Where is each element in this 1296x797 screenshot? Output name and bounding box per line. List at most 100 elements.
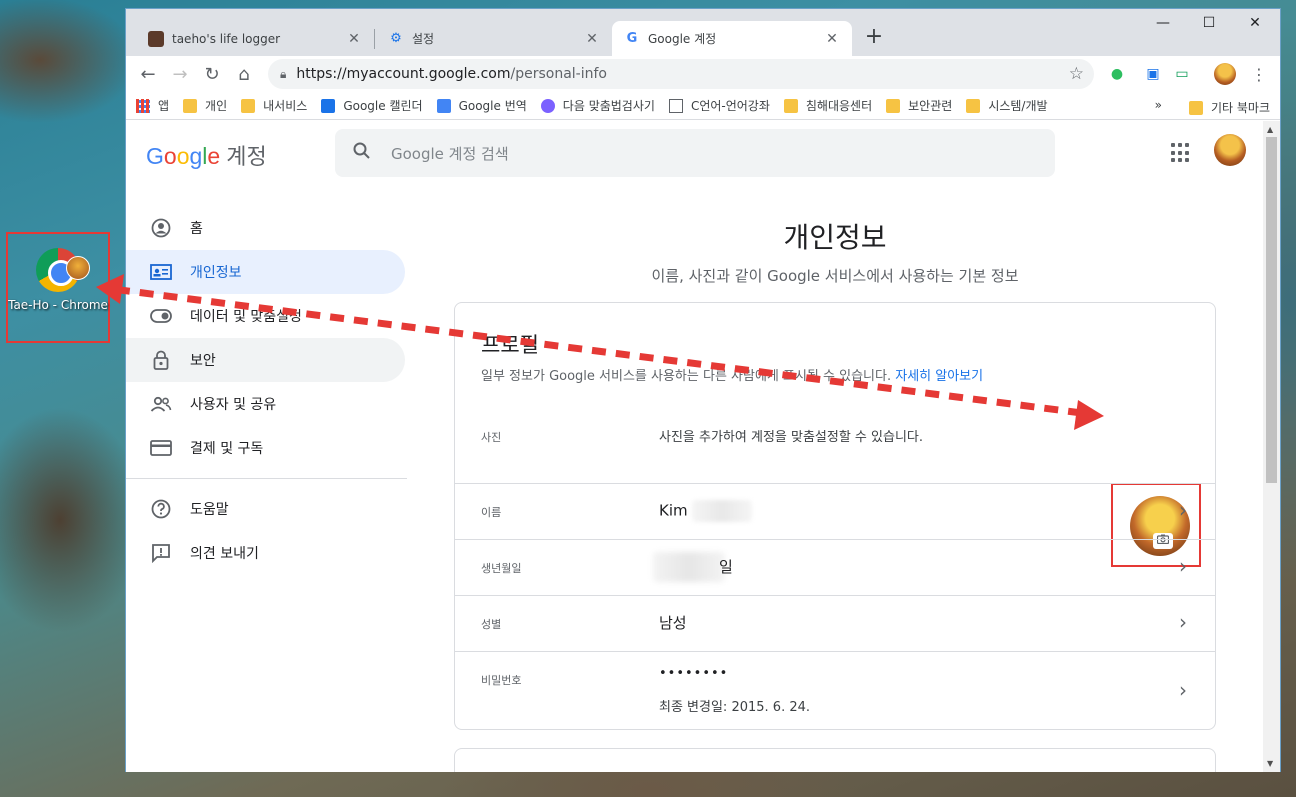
bookmark-folder[interactable]: 내서비스 [241,97,307,114]
minimize-button[interactable]: — [1140,15,1186,31]
profile-card: 프로필 일부 정보가 Google 서비스를 사용하는 다른 사람에게 표시될 … [454,302,1216,730]
toolbar: ← → ↻ ⌂ 🔒︎ https://myaccount.google.com/… [126,56,1280,92]
row-label: 비밀번호 [481,674,522,687]
sidebar-item-personal-info[interactable]: 개인정보 [126,250,405,294]
back-arrow-icon[interactable]: ← [132,64,164,85]
sidebar-item-payments[interactable]: 결제 및 구독 [126,426,405,470]
bookmark-label: 개인 [205,99,228,113]
chevron-right-icon: › [1179,554,1187,578]
evernote-icon[interactable]: ● [1106,63,1128,85]
calendar-icon [321,98,336,113]
vertical-scrollbar[interactable]: ▲ ▼ [1263,121,1280,772]
scroll-up-arrow-icon[interactable]: ▲ [1267,125,1273,134]
sidebar-item-help[interactable]: 도움말 [126,487,405,531]
extension-tag-icon[interactable]: ▭ [1171,63,1193,85]
bookmark-folder[interactable]: 개인 [183,97,227,114]
maximize-button[interactable]: ☐ [1186,15,1232,31]
tab-close-icon[interactable]: ✕ [824,31,840,47]
redacted-blur [653,552,725,582]
bookmarks-more-button[interactable]: » [1155,98,1162,112]
desktop-chrome-shortcut[interactable]: Tae-Ho - Chrome [6,232,110,343]
other-bookmarks[interactable]: 기타 북마크 [1188,99,1270,116]
bookmark-link[interactable]: Google 캘린더 [321,97,423,114]
account-search-input[interactable]: Google 계정 검색 [335,129,1055,177]
sidebar-item-people-sharing[interactable]: 사용자 및 공유 [126,382,405,426]
bookmark-folder[interactable]: 침해대응센터 [783,97,873,114]
row-value: Kim [659,501,688,520]
profile-card-title: 프로필 [481,333,539,357]
address-bar[interactable]: 🔒︎ https://myaccount.google.com/personal… [268,59,1094,89]
google-apps-icon[interactable] [1171,143,1191,163]
bookmark-link[interactable]: C언어-언어강좌 [668,97,770,114]
row-label: 이름 [481,506,502,519]
account-avatar[interactable] [1214,134,1246,166]
sidebar-item-home[interactable]: 홈 [126,206,405,250]
bookmark-label: 다음 맞춤법검사기 [562,99,655,113]
home-button-icon[interactable]: ⌂ [228,64,260,85]
tab-title: Google 계정 [648,32,717,46]
scrollbar-thumb[interactable] [1266,137,1277,483]
bookmark-label: 침해대응센터 [805,99,873,113]
google-account-logo[interactable]: Google 계정 [146,139,267,171]
bookmark-star-icon[interactable]: ☆ [1069,64,1084,84]
bookmarks-bar: 앱 개인 내서비스 Google 캘린더 Google 번역 다음 맞춤법검사기… [126,92,1280,120]
logo-letter: g [189,143,203,169]
search-icon [353,142,371,165]
bookmark-folder[interactable]: 보안관련 [886,97,952,114]
sidebar-item-data-personalization[interactable]: 데이터 및 맞춤설정 [126,294,405,338]
page-content: Google 계정 Google 계정 검색 홈 개인정보 데이터 및 맞춤설정… [126,121,1264,772]
home-icon [150,217,172,239]
logo-letter: e [207,143,221,169]
close-window-button[interactable]: ✕ [1232,15,1278,31]
menu-dots-icon[interactable]: ⋮ [1248,63,1270,85]
blog-icon [148,30,164,47]
tab-settings[interactable]: ⚙ 설정 ✕ [376,21,612,56]
row-value-container: Kim [659,500,752,522]
folder-icon [783,98,798,113]
page-subtitle: 이름, 사진과 같이 Google 서비스에서 사용하는 기본 정보 [651,267,1019,285]
title-bar: taeho's life logger ✕ ⚙ 설정 ✕ G Google 계정… [126,9,1280,56]
bookmark-label: 내서비스 [263,99,308,113]
folder-icon [241,98,256,113]
bookmark-link[interactable]: 다음 맞춤법검사기 [540,97,655,114]
bookmark-apps[interactable]: 앱 [136,97,169,114]
profile-row-photo[interactable]: 사진 사진을 추가하여 계정을 맞춤설정할 수 있습니다. [455,393,1215,567]
sidebar-item-feedback[interactable]: 의견 보내기 [126,531,405,575]
next-card [454,748,1216,772]
sidebar-item-label: 의견 보내기 [190,546,259,562]
extension-3d-icon[interactable]: ▣ [1142,63,1164,85]
bookmark-label: 보안관련 [908,99,953,113]
toggle-icon [150,305,172,327]
profile-avatar-icon[interactable] [1214,63,1236,85]
card-icon [150,437,172,459]
bookmark-folder[interactable]: 시스템/개발 [966,97,1048,114]
profile-row-password[interactable]: 비밀번호 •••••••• 최종 변경일: 2015. 6. 24. › [455,651,1215,730]
sidebar-item-label: 데이터 및 맞춤설정 [190,309,302,325]
chevron-right-icon: › [1179,498,1187,522]
learn-more-link[interactable]: 자세히 알아보기 [895,369,983,384]
profile-row-birthday[interactable]: 생년월일 일 › [455,539,1215,595]
lock-icon: 🔒︎ [280,66,287,81]
sidebar-item-security[interactable]: 보안 [126,338,405,382]
row-label: 사진 [481,431,502,444]
new-tab-button[interactable]: + [862,24,886,49]
desktop-icon-label: Tae-Ho - Chrome [8,298,108,312]
tab-close-icon[interactable]: ✕ [584,31,600,47]
sidebar-item-label: 결제 및 구독 [190,441,264,457]
bookmark-link[interactable]: Google 번역 [436,97,527,114]
feedback-icon [150,542,172,564]
sidebar-item-label: 사용자 및 공유 [190,397,277,413]
profile-row-gender[interactable]: 성별 남성 › [455,595,1215,651]
scroll-down-arrow-icon[interactable]: ▼ [1267,759,1273,768]
tab-separator [374,29,375,49]
logo-letter: o [176,143,190,169]
tab-blog[interactable]: taeho's life logger ✕ [136,21,374,56]
reload-icon[interactable]: ↻ [196,64,228,85]
row-value: 사진을 추가하여 계정을 맞춤설정할 수 있습니다. [659,430,923,445]
tab-google-account[interactable]: G Google 계정 ✕ [612,21,852,56]
forward-arrow-icon[interactable]: → [164,64,196,85]
profile-row-name[interactable]: 이름 Kim › [455,483,1215,539]
tab-close-icon[interactable]: ✕ [346,31,362,47]
sidebar-item-label: 개인정보 [190,265,242,281]
account-header: Google 계정 Google 계정 검색 [126,121,1264,189]
